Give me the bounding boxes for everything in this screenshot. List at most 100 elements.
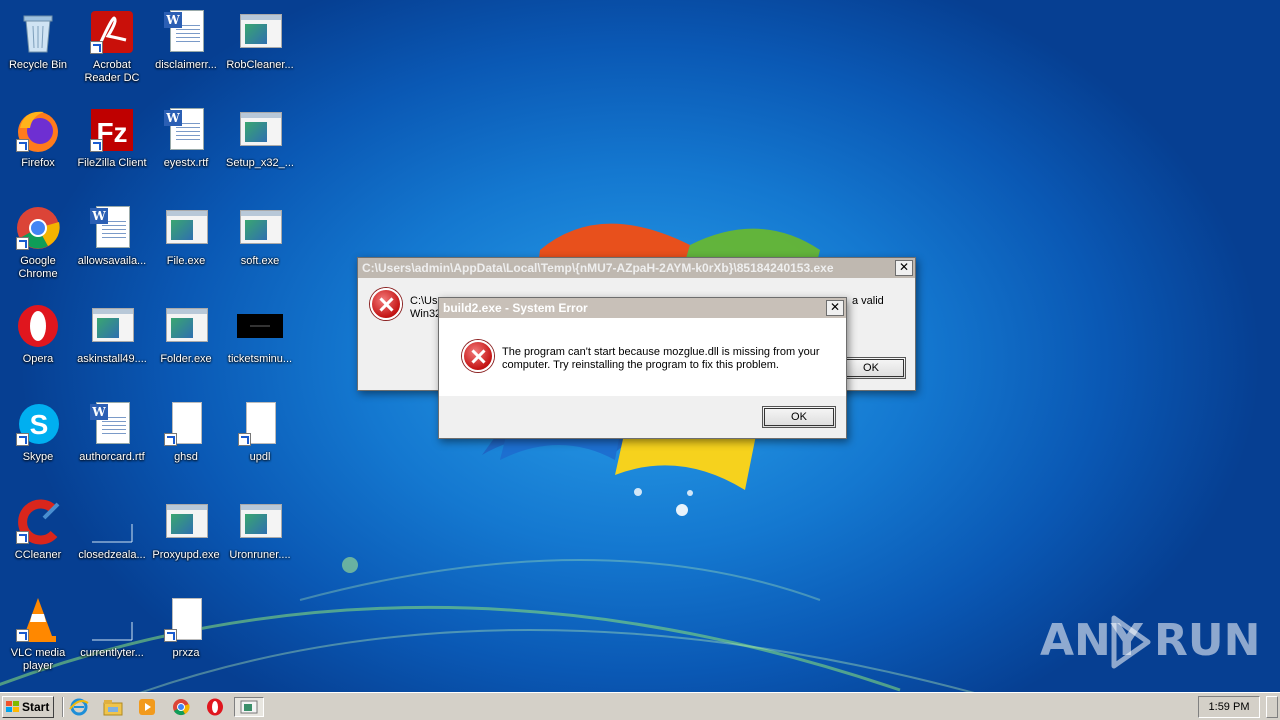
desktop-icon-opera[interactable]: Opera (0, 302, 76, 366)
desktop-icon-label: currentlyter... (80, 647, 144, 659)
opera-icon (14, 302, 62, 350)
desktop-icon-acrobat-reader[interactable]: Acrobat Reader DC (74, 8, 150, 85)
desktop-icon-label: Acrobat Reader DC (84, 59, 140, 84)
desktop-icon-allowsavaila[interactable]: W allowsavaila... (74, 204, 150, 268)
desktop-icon-label: Google Chrome (18, 255, 58, 280)
desktop-icon-label: FileZilla Client (77, 157, 147, 169)
desktop-icon-askinstall49[interactable]: askinstall49.... (74, 302, 150, 366)
taskbar: Start 1:59 PM (0, 692, 1280, 720)
svg-text:S: S (30, 409, 49, 440)
word-document-icon: W (88, 204, 136, 252)
desktop-icon-label: Firefox (21, 157, 55, 169)
exe-window-icon (88, 302, 136, 350)
internet-explorer-icon[interactable] (68, 697, 90, 717)
blank-file-icon (162, 400, 210, 448)
exe-window-icon (162, 204, 210, 252)
desktop: Recycle Bin Firefox Google Chrome Opera … (0, 0, 1280, 692)
desktop-icon-currentlyter[interactable]: currentlyter... (74, 596, 150, 660)
desktop-icon-eyestx-rtf[interactable]: W eyestx.rtf (148, 106, 224, 170)
desktop-icon-file-exe[interactable]: File.exe (148, 204, 224, 268)
desktop-icon-label: ghsd (174, 451, 198, 463)
blank-file-icon (88, 498, 136, 546)
close-button[interactable]: ✕ (895, 260, 913, 276)
desktop-icon-label: Uronruner.... (229, 549, 291, 561)
desktop-icon-label: updl (249, 451, 271, 463)
clock[interactable]: 1:59 PM (1198, 696, 1260, 718)
shortcut-arrow-icon (90, 41, 103, 54)
desktop-icon-firefox[interactable]: Firefox (0, 106, 76, 170)
exe-window-icon (162, 498, 210, 546)
desktop-icon-uronruner[interactable]: Uronruner.... (222, 498, 298, 562)
error-message-line2: computer. Try reinstalling the program t… (502, 359, 779, 371)
shortcut-arrow-icon (16, 139, 29, 152)
system-error-dialog[interactable]: build2.exe - System Error ✕ The program … (438, 297, 847, 439)
desktop-icon-label: closedzeala... (78, 549, 146, 561)
desktop-icon-authorcard-rtf[interactable]: W authorcard.rtf (74, 400, 150, 464)
desktop-icon-ghsd[interactable]: ghsd (148, 400, 224, 464)
vlc-cone-icon (14, 596, 62, 644)
desktop-icon-recycle-bin[interactable]: Recycle Bin (0, 8, 76, 72)
shortcut-arrow-icon (164, 629, 177, 642)
desktop-icon-label: Folder.exe (160, 353, 212, 365)
ccleaner-icon (14, 498, 62, 546)
dialog-message-line1-start: C:\Us (410, 295, 438, 307)
exe-window-icon (236, 106, 284, 154)
desktop-icon-label: eyestx.rtf (163, 157, 209, 169)
shortcut-arrow-icon (164, 433, 177, 446)
close-icon: ✕ (829, 300, 841, 314)
desktop-icon-label: Opera (22, 353, 54, 365)
show-desktop-button[interactable] (1266, 696, 1278, 718)
opera-taskbar-icon[interactable] (204, 697, 226, 717)
media-player-icon[interactable] (136, 697, 158, 717)
desktop-icon-proxyupd-exe[interactable]: Proxyupd.exe (148, 498, 224, 562)
start-button[interactable]: Start (2, 696, 54, 718)
desktop-icon-filezilla-client[interactable]: Fz FileZilla Client (74, 106, 150, 170)
shortcut-arrow-icon (16, 237, 29, 250)
error-message-line1: The program can't start because mozglue.… (502, 346, 820, 358)
desktop-icon-skype[interactable]: S Skype (0, 400, 76, 464)
desktop-icon-soft-exe[interactable]: soft.exe (222, 204, 298, 268)
desktop-icon-disclaimerr[interactable]: W disclaimerr... (148, 8, 224, 72)
anyrun-watermark: ANY RUN (1040, 612, 1260, 672)
shortcut-arrow-icon (16, 531, 29, 544)
blank-file-icon (162, 596, 210, 644)
watermark-right-text: RUN (1154, 615, 1261, 666)
desktop-icon-prxza[interactable]: prxza (148, 596, 224, 660)
desktop-icon-robcleaner[interactable]: RobCleaner... (222, 8, 298, 72)
recycle-bin-icon (14, 8, 62, 56)
black-thumbnail-icon (236, 302, 284, 350)
windows-logo-icon (6, 701, 20, 713)
shortcut-arrow-icon (16, 433, 29, 446)
error-icon (370, 288, 402, 320)
running-app-window-icon[interactable] (234, 697, 264, 717)
desktop-icon-label: Setup_x32_... (226, 157, 294, 169)
desktop-icon-label: RobCleaner... (226, 59, 294, 71)
desktop-icon-setup-x32[interactable]: Setup_x32_... (222, 106, 298, 170)
shortcut-arrow-icon (16, 629, 29, 642)
desktop-icon-label: File.exe (166, 255, 206, 267)
dialog-body: The program can't start because mozglue.… (439, 318, 846, 396)
start-label: Start (22, 700, 50, 714)
desktop-icon-label: Skype (22, 451, 54, 463)
desktop-icon-ccleaner[interactable]: CCleaner (0, 498, 76, 562)
file-explorer-icon[interactable] (102, 697, 124, 717)
play-triangle-icon (1111, 615, 1151, 669)
firefox-icon (14, 106, 62, 154)
desktop-icon-label: CCleaner (14, 549, 62, 561)
chrome-taskbar-icon[interactable] (170, 697, 192, 717)
chrome-icon (14, 204, 62, 252)
desktop-icon-updl[interactable]: updl (222, 400, 298, 464)
blank-file-icon (236, 400, 284, 448)
desktop-icon-folder-exe[interactable]: Folder.exe (148, 302, 224, 366)
desktop-icon-google-chrome[interactable]: Google Chrome (0, 204, 76, 281)
desktop-icon-vlc-media-player[interactable]: VLC media player (0, 596, 76, 673)
shortcut-arrow-icon (238, 433, 251, 446)
desktop-icon-closedzeala[interactable]: closedzeala... (74, 498, 150, 562)
ok-button[interactable]: OK (762, 406, 836, 428)
close-button[interactable]: ✕ (826, 300, 844, 316)
desktop-icon-ticketsminu[interactable]: ticketsminu... (222, 302, 298, 366)
close-icon: ✕ (898, 260, 910, 274)
dialog-message-line1-end: a valid (852, 295, 884, 307)
shortcut-arrow-icon (90, 139, 103, 152)
desktop-icon-label: askinstall49.... (77, 353, 147, 365)
